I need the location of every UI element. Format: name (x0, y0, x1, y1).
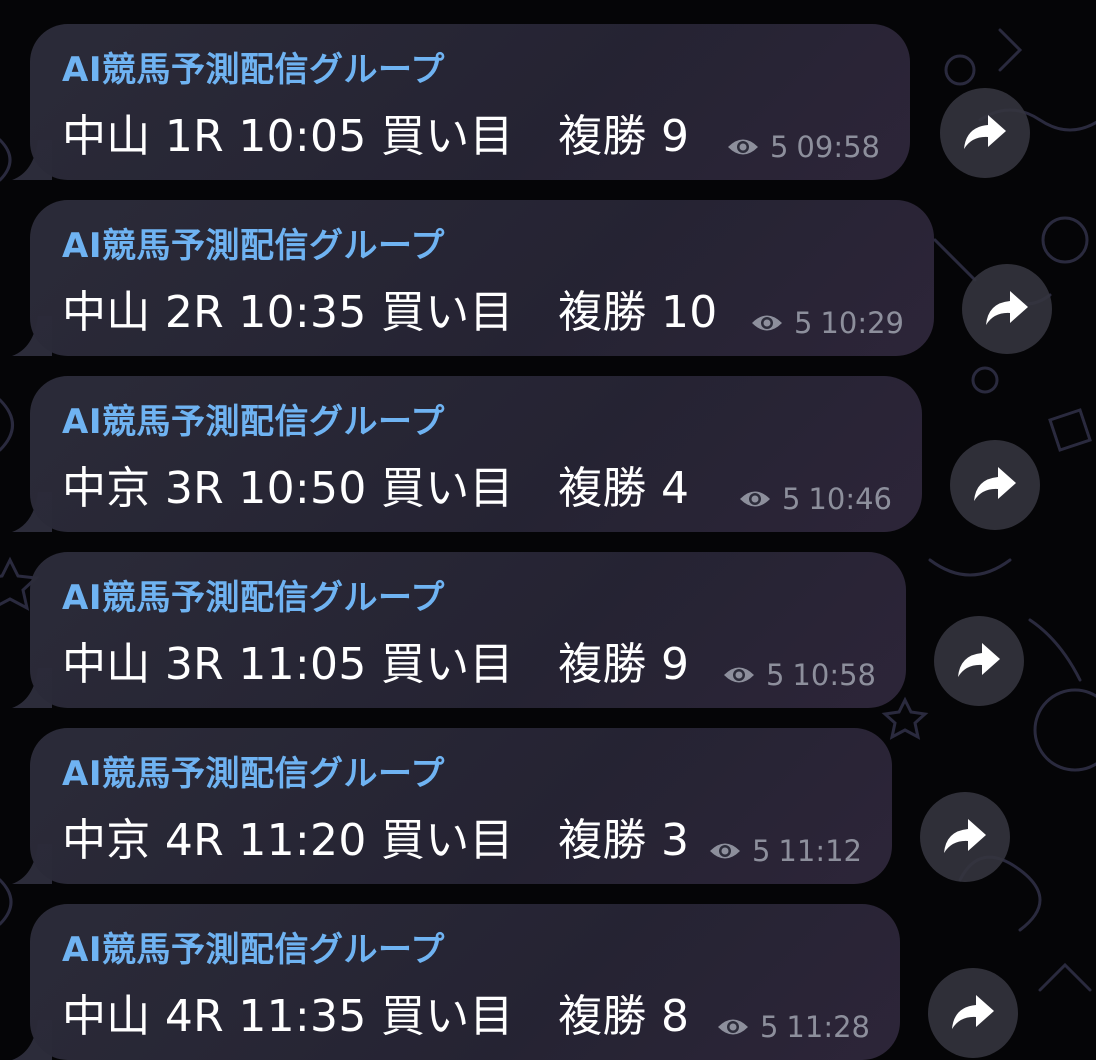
message-meta: 5 09:58 (726, 130, 880, 164)
message-text: 中京 4R 11:20 買い目 複勝 3 (62, 815, 690, 866)
message-row: AI競馬予測配信グループ 中山 4R 11:35 買い目 複勝 8 5 11:2… (0, 904, 1096, 1060)
share-forward-icon (944, 819, 986, 853)
view-count: 5 (759, 1010, 779, 1044)
message-time: 10:58 (792, 658, 876, 692)
view-count: 5 (751, 834, 771, 868)
message-bubble[interactable]: AI競馬予測配信グループ 中山 3R 11:05 買い目 複勝 9 5 10:5… (30, 552, 906, 708)
message-bubble[interactable]: AI競馬予測配信グループ 中京 3R 10:50 買い目 複勝 4 5 10:4… (30, 376, 922, 532)
eye-icon (739, 491, 770, 507)
message-meta: 5 10:29 (750, 306, 904, 340)
forward-button[interactable] (962, 264, 1052, 354)
message-time: 11:12 (778, 834, 862, 868)
message-bubble[interactable]: AI競馬予測配信グループ 中山 4R 11:35 買い目 複勝 8 5 11:2… (30, 904, 900, 1060)
message-text: 中山 4R 11:35 買い目 複勝 8 (62, 991, 690, 1042)
message-text: 中山 3R 11:05 買い目 複勝 9 (62, 639, 690, 690)
view-count: 5 (769, 130, 789, 164)
forward-button[interactable] (950, 440, 1040, 530)
sender-name[interactable]: AI競馬予測配信グループ (62, 922, 445, 971)
share-forward-icon (974, 467, 1016, 501)
message-row: AI競馬予測配信グループ 中山 3R 11:05 買い目 複勝 9 5 10:5… (0, 552, 1096, 708)
message-text: 中山 2R 10:35 買い目 複勝 10 (62, 287, 718, 338)
share-forward-icon (986, 291, 1028, 325)
share-forward-icon (964, 115, 1006, 149)
eye-icon (723, 667, 754, 683)
message-time: 11:28 (786, 1010, 870, 1044)
eye-icon (727, 139, 758, 155)
message-bubble[interactable]: AI競馬予測配信グループ 中山 1R 10:05 買い目 複勝 9 5 09:5… (30, 24, 910, 180)
message-row: AI競馬予測配信グループ 中山 1R 10:05 買い目 複勝 9 5 09:5… (0, 24, 1096, 180)
view-count: 5 (765, 658, 785, 692)
message-meta: 5 10:58 (722, 658, 876, 692)
eye-icon (717, 1019, 748, 1035)
message-bubble[interactable]: AI競馬予測配信グループ 中京 4R 11:20 買い目 複勝 3 5 11:1… (30, 728, 892, 884)
message-list[interactable]: AI競馬予測配信グループ 中山 1R 10:05 買い目 複勝 9 5 09:5… (0, 0, 1096, 1060)
message-meta: 5 11:28 (716, 1010, 870, 1044)
sender-name[interactable]: AI競馬予測配信グループ (62, 394, 445, 443)
forward-button[interactable] (920, 792, 1010, 882)
message-text: 中山 1R 10:05 買い目 複勝 9 (62, 111, 690, 162)
message-meta: 5 11:12 (708, 834, 862, 868)
sender-name[interactable]: AI競馬予測配信グループ (62, 218, 445, 267)
view-count: 5 (781, 482, 801, 516)
message-meta: 5 10:46 (738, 482, 892, 516)
sender-name[interactable]: AI競馬予測配信グループ (62, 42, 445, 91)
message-time: 10:46 (808, 482, 892, 516)
forward-button[interactable] (940, 88, 1030, 178)
sender-name[interactable]: AI競馬予測配信グループ (62, 746, 445, 795)
message-row: AI競馬予測配信グループ 中京 4R 11:20 買い目 複勝 3 5 11:1… (0, 728, 1096, 884)
forward-button[interactable] (934, 616, 1024, 706)
forward-button[interactable] (928, 968, 1018, 1058)
message-bubble[interactable]: AI競馬予測配信グループ 中山 2R 10:35 買い目 複勝 10 5 10:… (30, 200, 934, 356)
message-row: AI競馬予測配信グループ 中山 2R 10:35 買い目 複勝 10 5 10:… (0, 200, 1096, 356)
message-row: AI競馬予測配信グループ 中京 3R 10:50 買い目 複勝 4 5 10:4… (0, 376, 1096, 532)
share-forward-icon (952, 995, 994, 1029)
message-text: 中京 3R 10:50 買い目 複勝 4 (62, 463, 690, 514)
view-count: 5 (793, 306, 813, 340)
eye-icon (751, 315, 782, 331)
sender-name[interactable]: AI競馬予測配信グループ (62, 570, 445, 619)
eye-icon (709, 843, 740, 859)
message-time: 10:29 (820, 306, 904, 340)
message-time: 09:58 (796, 130, 880, 164)
share-forward-icon (958, 643, 1000, 677)
